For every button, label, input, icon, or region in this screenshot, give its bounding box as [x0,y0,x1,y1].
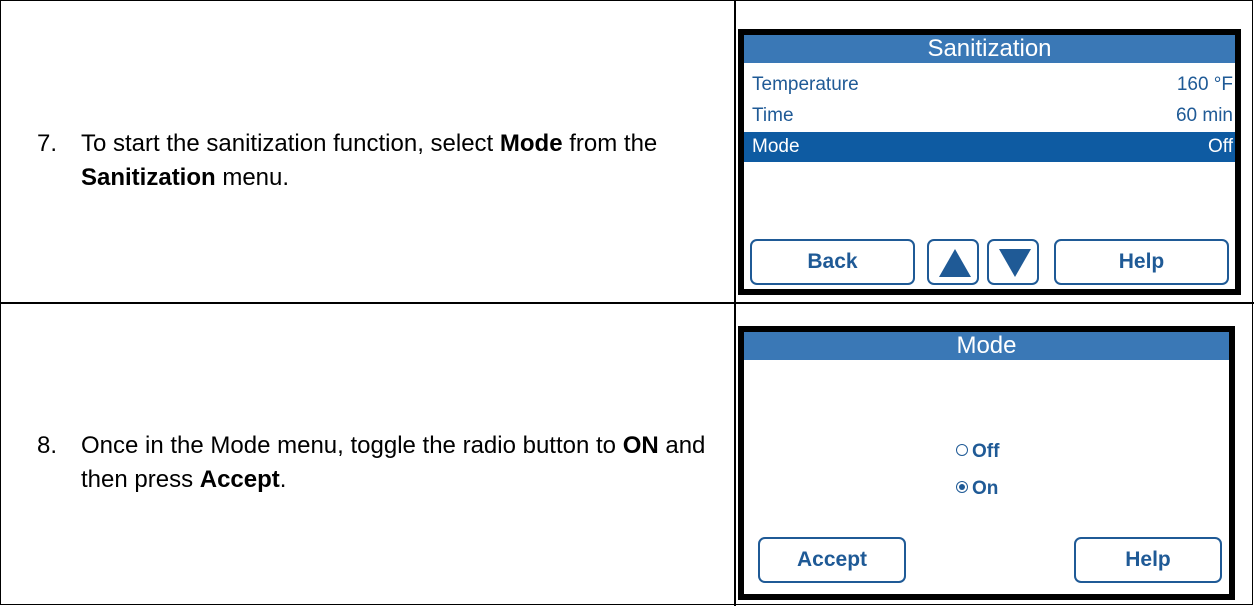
menu-item-mode[interactable]: Mode Off [744,132,1235,162]
screen-title: Sanitization [744,35,1235,63]
menu-item-label: Time [752,105,794,126]
step-text-part: To start the sanitization function, sele… [81,130,500,157]
down-arrow-icon [999,249,1031,277]
back-button[interactable]: Back [750,239,915,285]
step-number: 7. [37,130,58,157]
column-divider [734,0,736,606]
menu-item-temperature[interactable]: Temperature 160 °F [744,70,1235,100]
step-keyword-accept: Accept [199,466,280,493]
step-keyword-sanitization: Sanitization [81,164,216,191]
step-keyword-on: ON [622,432,659,459]
menu-item-value: 60 min [1175,105,1233,126]
radio-label: On [972,478,999,499]
scroll-down-button[interactable] [987,239,1039,285]
step-text: To start the sanitization function, sele… [81,127,731,195]
menu-item-label: Mode [752,136,800,157]
menu-item-value: 160 °F [1176,74,1233,95]
radio-option-off[interactable]: Off [956,440,999,464]
scroll-up-button[interactable] [927,239,979,285]
step-keyword-mode: Mode [499,130,563,157]
screen-title: Mode [744,332,1229,360]
step-number: 8. [37,432,58,459]
sanitization-screen: Sanitization Temperature 160 °F Time 60 … [738,29,1241,295]
help-button[interactable]: Help [1054,239,1229,285]
step-text: Once in the Mode menu, toggle the radio … [81,429,731,497]
step-text-part: menu. [215,164,290,191]
mode-screen: Mode Off On Accept Help [738,326,1235,600]
radio-on-icon [956,480,968,493]
step-text-part: from the [562,130,658,157]
accept-button[interactable]: Accept [758,537,906,583]
radio-label: Off [972,441,1000,462]
step-text-part: . [279,466,287,493]
up-arrow-icon [939,249,971,277]
mode-panel: Mode Off On Accept Help [744,332,1229,594]
radio-option-on[interactable]: On [956,477,998,501]
help-button[interactable]: Help [1074,537,1222,583]
menu-item-label: Temperature [752,74,859,95]
row-divider [0,302,1254,304]
menu-item-value: Off [1208,136,1233,157]
radio-off-icon [956,443,968,456]
menu-item-time[interactable]: Time 60 min [744,101,1235,131]
sanitization-panel: Sanitization Temperature 160 °F Time 60 … [744,35,1235,289]
step-text-part: Once in the Mode menu, toggle the radio … [81,432,623,459]
